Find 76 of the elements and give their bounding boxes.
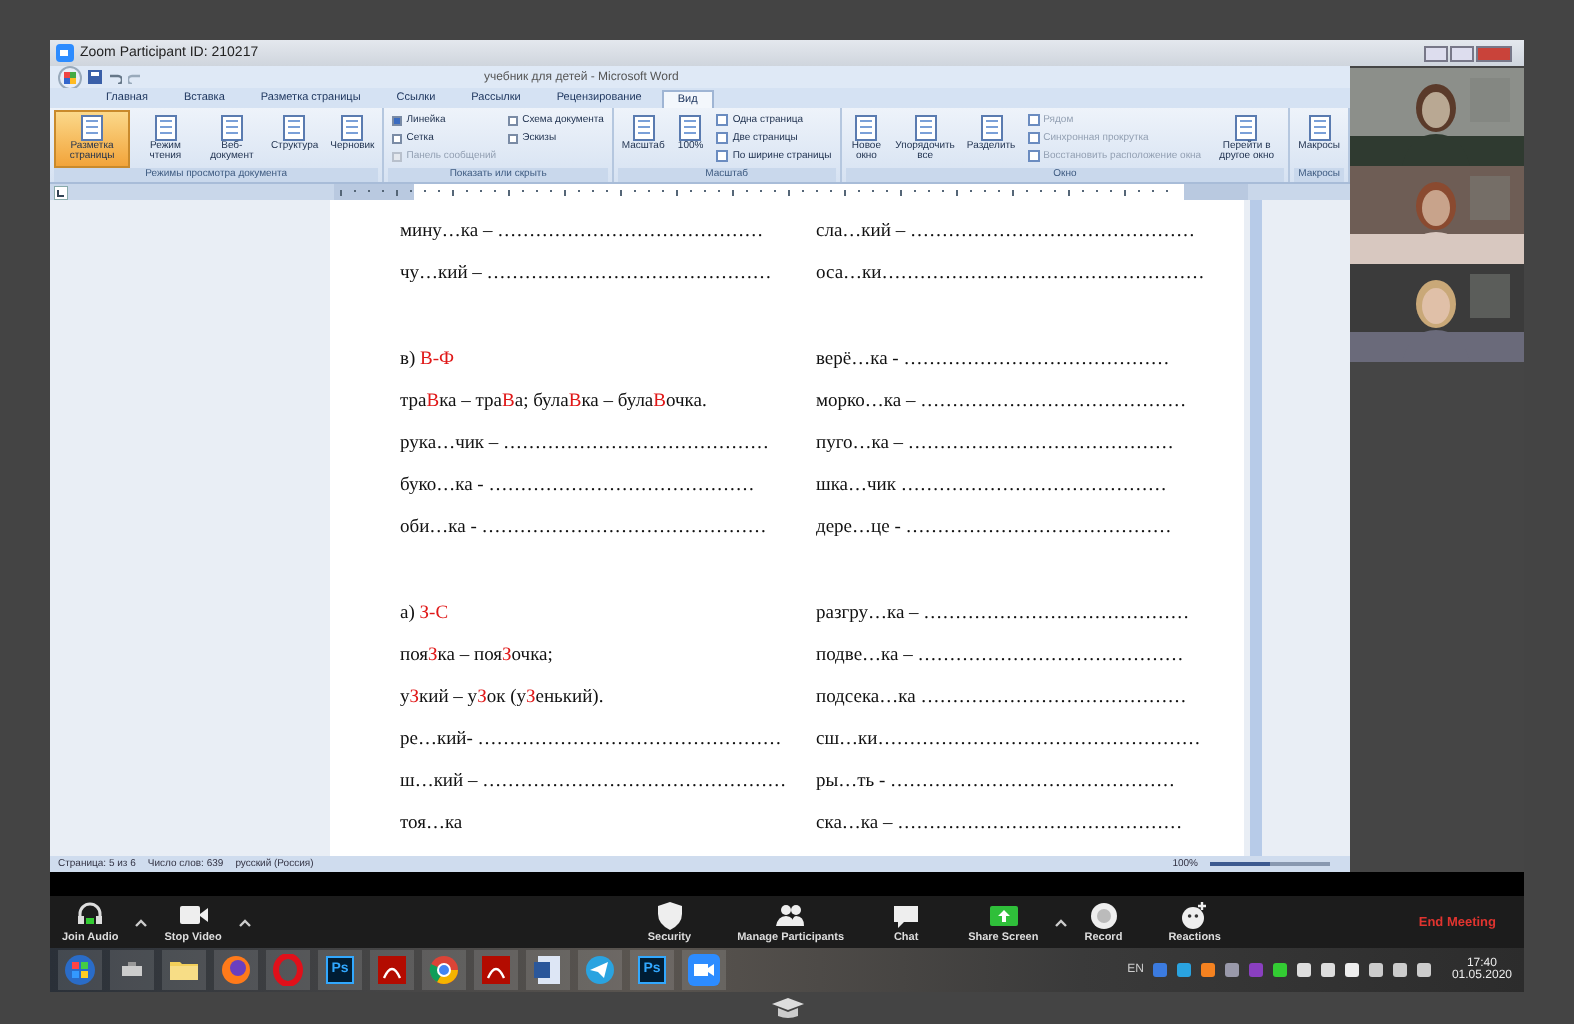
taskbar-app[interactable] [58,950,102,990]
globe-icon [220,954,252,986]
document-line: пуго…ка – …………………………………… [816,432,1174,458]
ring-icon [272,954,304,986]
ruler-toggle-icon[interactable] [54,185,68,199]
document-line: сш…ки…………………………………………… [816,728,1201,754]
page-icon [338,114,367,142]
emoji-icon [1178,900,1211,932]
share-screen-icon [987,900,1020,932]
scrollbar[interactable] [1250,200,1262,856]
document-line: дере…це - …………………………………… [816,516,1172,542]
document-line: ры…ть - ……………………………………… [816,770,1176,796]
taskbar-app[interactable] [162,950,206,990]
record-icon [1087,900,1120,932]
document-icon [376,954,408,986]
page-icon [629,114,658,142]
page-icon [78,114,106,142]
minimize-button[interactable] [1424,45,1448,61]
office-logo-icon[interactable] [58,65,82,89]
page-icon [911,114,940,142]
zoom-logo-icon [56,44,74,62]
document-line: сла…кий – ……………………………………… [816,220,1195,246]
chat-bubble-icon [890,900,923,932]
page-icon [676,114,705,142]
caret-icon [1054,917,1069,927]
document-line: ре…кий- ………………………………………… [400,728,782,754]
taskbar-app[interactable] [110,950,154,990]
document-line: в) В-Ф [400,348,455,374]
people-icon [774,900,807,932]
page-icon [280,114,309,142]
document-line: буко…ка - …………………………………… [400,474,755,500]
document-line: мину…ка – …………………………………… [400,220,764,246]
taskbar-app[interactable] [578,950,622,990]
undo-icon[interactable] [108,70,122,84]
document-line: подве…ка – …………………………………… [816,644,1184,670]
taskbar-app[interactable] [214,950,258,990]
document-line: рука…чик – …………………………………… [400,432,770,458]
document-line: верё…ка - …………………………………… [816,348,1170,374]
taskbar-app[interactable] [474,950,518,990]
document-line: уЗкий – уЗок (уЗенький). [400,686,604,712]
document-line: траВка – траВа; булаВка – булаВочка. [400,390,707,416]
page-icon [217,114,246,142]
shield-icon [653,900,686,932]
taskbar-app[interactable] [422,950,466,990]
document-line: ш…кий – ………………………………………… [400,770,787,796]
document-line: а) З-С [400,602,449,628]
document-line: ска…ка – ……………………………………… [816,812,1183,838]
caret-icon [134,917,149,927]
document-line: тоя…ка [400,812,463,838]
document-icon [532,954,564,986]
caret-icon [237,917,252,927]
taskbar-app[interactable] [526,950,570,990]
taskbar-app[interactable] [682,950,726,990]
document-line: оби…ка - ……………………………………… [400,516,767,542]
page-icon [977,114,1006,142]
start-button-icon [64,954,96,986]
document-line: пояЗка – пояЗочка; [400,644,553,670]
page-icon [1232,114,1261,142]
page-icon [151,114,180,142]
document-line: морко…ка – …………………………………… [816,390,1187,416]
close-button[interactable] [1476,45,1512,61]
paper-plane-icon [584,954,616,986]
document-line: оса…ки…………………………………………… [816,262,1205,288]
document-icon [480,954,512,986]
taskbar-app[interactable] [370,950,414,990]
save-icon[interactable] [88,70,102,84]
page-icon [1305,114,1334,142]
wheel-icon [428,954,460,986]
document-line: шка…чик …………………………………… [816,474,1167,500]
maximize-button[interactable] [1450,45,1474,61]
video-camera-icon [688,954,720,986]
mortarboard-icon [769,996,805,1020]
page-icon [852,114,881,142]
document-line: разгру…ка – …………………………………… [816,602,1190,628]
document-line: подсека…ка …………………………………… [816,686,1187,712]
document-line: чу…кий – ……………………………………… [400,262,772,288]
